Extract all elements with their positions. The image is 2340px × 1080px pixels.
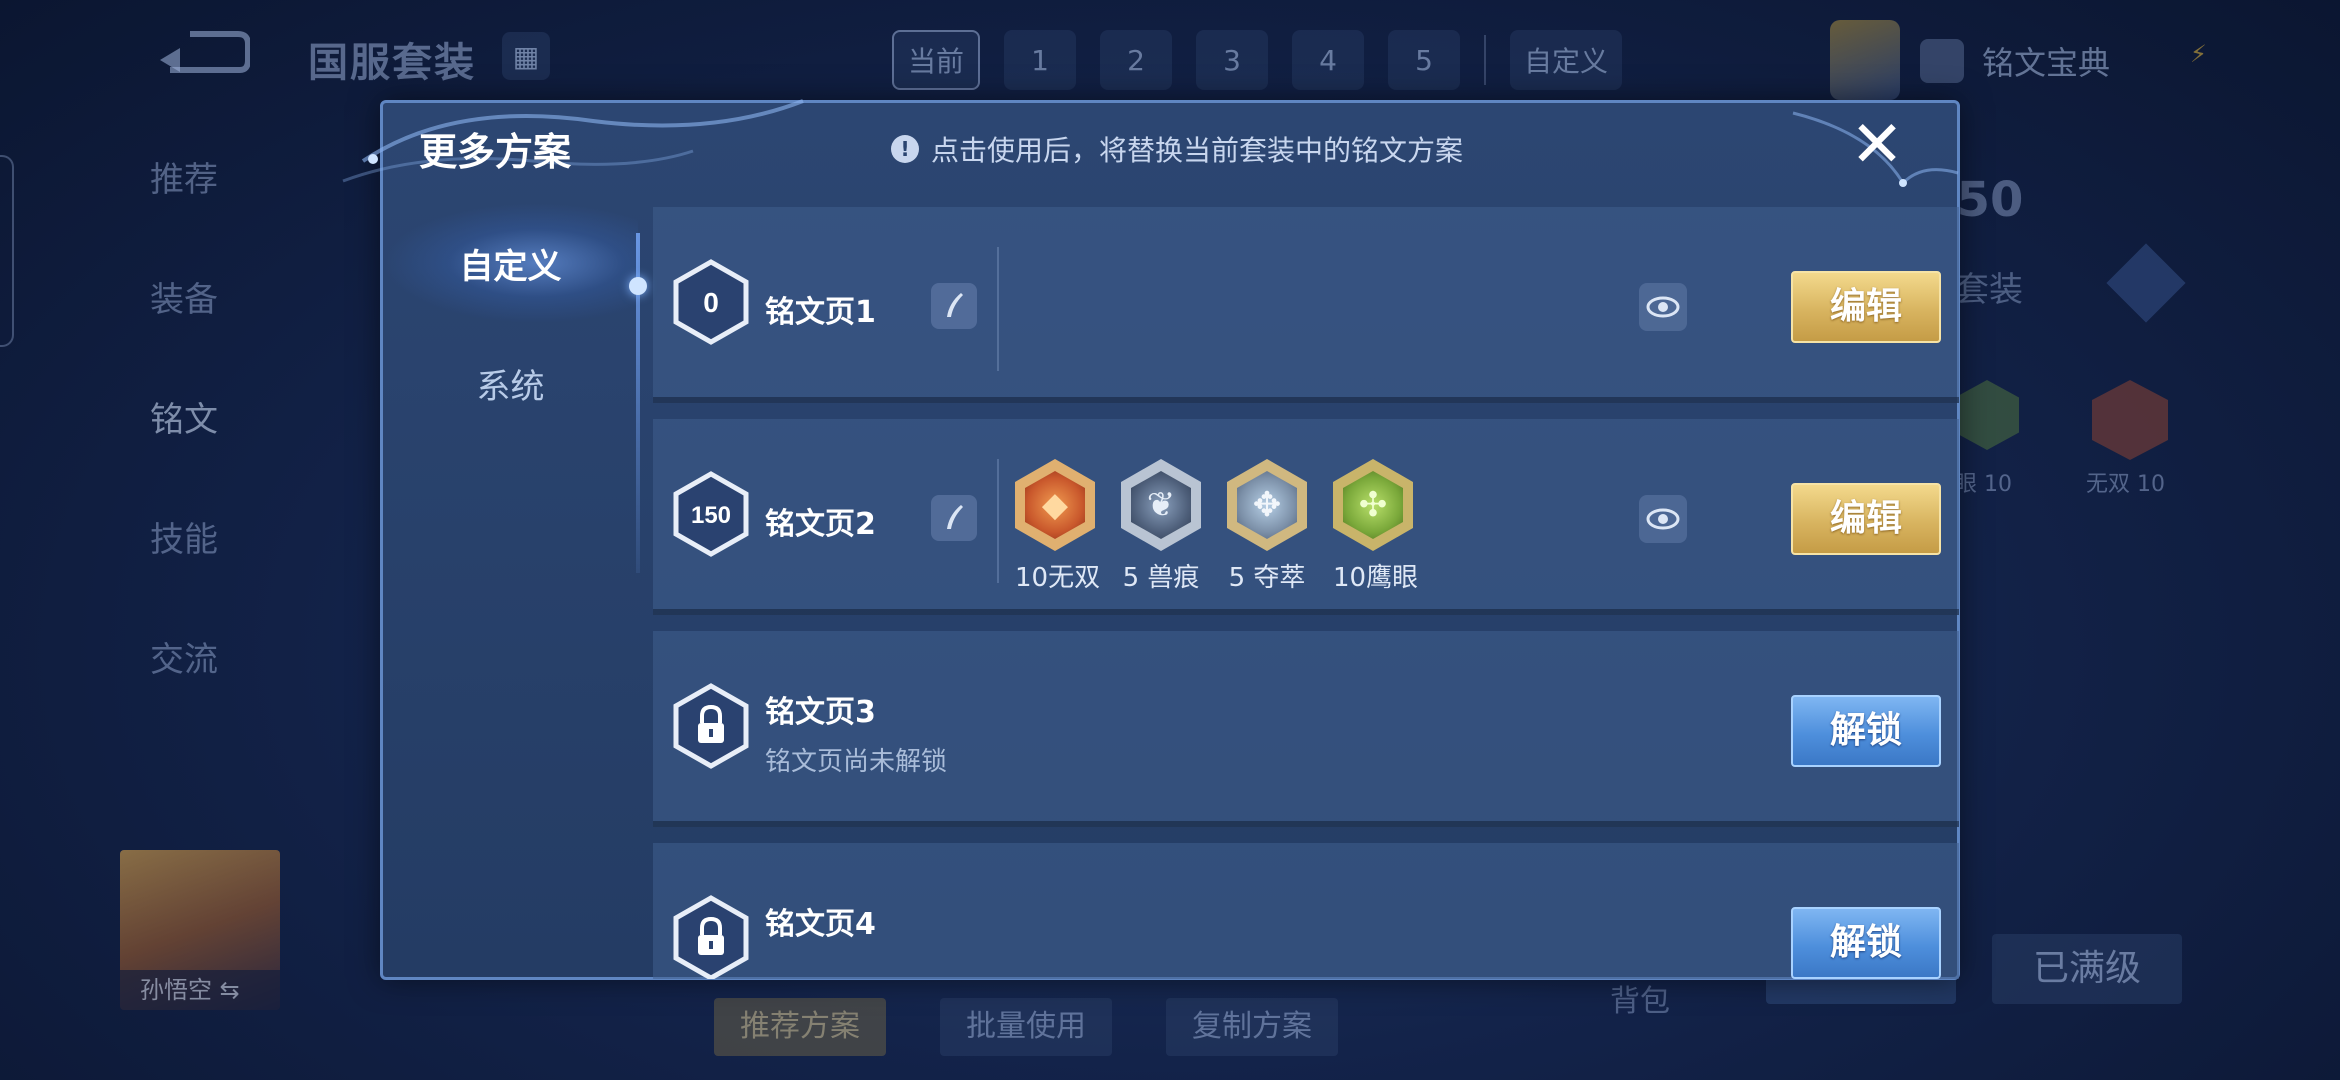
codex-icon (1920, 39, 1964, 83)
tab-system-plans[interactable]: 系统 (383, 323, 638, 443)
rune-codex-button[interactable]: 铭文宝典 (1920, 38, 2110, 84)
bg-suit-label: 套装 (1955, 270, 2023, 310)
row-divider (997, 247, 999, 371)
copy-plan-button[interactable]: 复制方案 (1166, 998, 1338, 1056)
tab-current[interactable]: 当前 (892, 30, 981, 90)
edit-button[interactable]: 编辑 (1791, 483, 1941, 555)
top-tabs: 当前 1 2 3 4 5 自定义 (892, 30, 1623, 90)
dialog-ornament (342, 99, 804, 183)
rename-pen-icon[interactable] (931, 283, 977, 329)
rune-label: 5 夺萃 (1228, 563, 1306, 593)
notice: ! 点击使用后，将替换当前套装中的铭文方案 (891, 129, 1463, 169)
rune-label: 5 兽痕 (1122, 563, 1200, 593)
unlock-button[interactable]: 解锁 (1791, 907, 1941, 979)
tab-2[interactable]: 2 (1100, 30, 1173, 90)
rune-page-row: 150 铭文页2 ◆ 10无双 ❦ 5 兽痕 ✥ 5 夺萃 ✣ 10鹰眼 编辑 (653, 419, 1959, 615)
rune-page-row: 0 铭文页1 编辑 (653, 207, 1959, 403)
rune-list: ◆ 10无双 ❦ 5 兽痕 ✥ 5 夺萃 ✣ 10鹰眼 (1015, 459, 1419, 594)
edge-handle (0, 155, 14, 347)
rune-item[interactable]: ✣ 10鹰眼 (1333, 459, 1419, 594)
preview-eye-icon[interactable] (1639, 495, 1687, 543)
rename-pen-icon[interactable] (931, 495, 977, 541)
grid-icon[interactable]: ▦ (502, 32, 550, 80)
info-icon: ! (891, 135, 919, 163)
preview-eye-icon[interactable] (1639, 283, 1687, 331)
rune-item[interactable]: ✥ 5 夺萃 (1227, 459, 1307, 594)
bg-rune-label: 无双 10 (2086, 472, 2165, 497)
rune-page-name: 铭文页1 (765, 295, 876, 330)
rune-page-list[interactable]: 0 铭文页1 编辑 150 铭文页2 ◆ 10无双 ❦ 5 兽痕 ✥ 5 夺萃 … (653, 207, 1959, 979)
level-badge: 0 (673, 259, 749, 345)
nav-item-equipment[interactable]: 装备 (150, 270, 218, 390)
diamond-rune-icon: ◆ (1015, 459, 1095, 551)
claw-rune-icon: ❦ (1121, 459, 1201, 551)
suit-title: 国服套装 (308, 40, 476, 86)
nav-item-runes[interactable]: 铭文 (150, 390, 218, 510)
rune-page-name: 铭文页3 (765, 695, 876, 730)
hero-name[interactable]: 孙悟空 ⇆ (120, 970, 280, 1010)
rune-label: 10无双 (1015, 563, 1101, 593)
svg-text:150: 150 (691, 502, 731, 529)
left-nav: 推荐 装备 铭文 技能 交流 (150, 150, 218, 750)
tab-1[interactable]: 1 (1004, 30, 1077, 90)
locked-hint: 铭文页尚未解锁 (765, 747, 948, 777)
recommend-plan-button[interactable]: 推荐方案 (714, 998, 886, 1056)
dialog-side-tabs: 自定义 系统 (383, 203, 638, 983)
knot-rune-icon: ✥ (1227, 459, 1307, 551)
dialog-title: 更多方案 (419, 130, 572, 174)
rune-label: 10鹰眼 (1333, 563, 1419, 593)
menu-icon[interactable] (2106, 243, 2186, 323)
tab-custom-plans[interactable]: 自定义 (383, 203, 638, 323)
rune-page-name: 铭文页4 (765, 907, 876, 942)
mascot-icon[interactable] (1830, 20, 1900, 100)
lock-icon (673, 895, 749, 979)
bg-rune-icon (1955, 380, 2019, 450)
rune-page-row: 铭文页3 铭文页尚未解锁 解锁 (653, 631, 1959, 827)
lock-icon (673, 683, 749, 769)
bg-rune-label: 眼 10 (1955, 472, 2012, 497)
nav-item-community[interactable]: 交流 (150, 630, 218, 750)
bottom-actions: 推荐方案 批量使用 复制方案 (714, 998, 1338, 1056)
clover-rune-icon: ✣ (1333, 459, 1413, 551)
bag-button[interactable]: 背包 (1610, 976, 1670, 1020)
rune-item[interactable]: ◆ 10无双 (1015, 459, 1101, 594)
rune-page-row: 铭文页4 解锁 (653, 843, 1959, 979)
svg-text:0: 0 (703, 287, 719, 318)
rune-page-name: 铭文页2 (765, 507, 876, 542)
tab-4[interactable]: 4 (1292, 30, 1365, 90)
tab-divider (1484, 35, 1487, 85)
max-level-button[interactable]: 已满级 (1992, 934, 2182, 1004)
more-plans-dialog: 更多方案 ! 点击使用后，将替换当前套装中的铭文方案 ✕ 自定义 系统 0 铭文… (342, 99, 1960, 983)
tab-5[interactable]: 5 (1388, 30, 1461, 90)
close-button[interactable]: ✕ (1847, 113, 1907, 177)
tab-3[interactable]: 3 (1196, 30, 1269, 90)
unlock-button[interactable]: 解锁 (1791, 695, 1941, 767)
row-divider (997, 459, 999, 583)
back-button[interactable] (150, 30, 250, 80)
level-badge: 150 (673, 471, 749, 557)
bg-rune-icon (2092, 380, 2168, 460)
nav-item-recommend[interactable]: 推荐 (150, 150, 218, 270)
notice-text: 点击使用后，将替换当前套装中的铭文方案 (931, 134, 1464, 167)
tab-custom[interactable]: 自定义 (1510, 30, 1623, 90)
edit-button[interactable]: 编辑 (1791, 271, 1941, 343)
network-signal-icon: ⚡ (2190, 40, 2207, 68)
nav-item-skills[interactable]: 技能 (150, 510, 218, 630)
active-tab-indicator (629, 277, 647, 295)
batch-use-button[interactable]: 批量使用 (940, 998, 1112, 1056)
rune-item[interactable]: ❦ 5 兽痕 (1121, 459, 1201, 594)
codex-label: 铭文宝典 (1982, 44, 2111, 82)
